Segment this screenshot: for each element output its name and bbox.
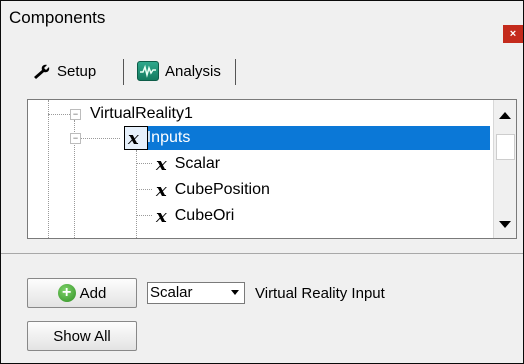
show-all-label: Show All [53,327,111,345]
x-variable-icon: x [156,179,167,201]
tree-guide-line [136,163,152,164]
tree-node-cubeori[interactable]: x CubeOri [156,204,234,228]
collapse-toggle[interactable]: − [70,109,81,120]
input-type-value: Scalar [150,284,193,301]
input-description: Virtual Reality Input [255,285,385,302]
add-button-label: Add [79,284,107,302]
tab-analysis-label: Analysis [165,62,221,80]
tree-node-label: Inputs [146,129,191,146]
show-all-button[interactable]: Show All [27,321,137,351]
scroll-down-button[interactable] [494,214,516,236]
tree-guide-line [48,114,70,115]
tree-node-label: VirtualReality1 [90,105,193,122]
tree-node-scalar[interactable]: x Scalar [156,152,220,176]
tree-node-label: CubeOri [174,207,235,224]
tree-guide-line [136,215,152,216]
tab-setup-label: Setup [57,62,97,80]
analysis-chart-icon [137,61,159,81]
tree-scrollbar[interactable] [493,100,516,238]
tab-analysis[interactable]: Analysis [137,53,247,89]
plus-icon: + [57,284,76,302]
title-bar: Components [1,1,523,37]
tree-node-label: CubePosition [174,181,270,198]
component-tree[interactable]: − VirtualReality1 − x Inputs x Scalar x … [27,99,517,239]
tree-node-virtualreality1[interactable]: VirtualReality1 [90,102,193,126]
input-type-select[interactable]: Scalar [147,282,245,304]
tree-node-label: Scalar [174,155,221,172]
tab-setup[interactable]: Setup [33,53,133,89]
close-icon: × [509,28,517,40]
x-variable-icon: x [128,127,139,149]
tree-content: − VirtualReality1 − x Inputs x Scalar x … [28,100,494,238]
tree-guide-line [48,100,49,238]
scroll-up-button[interactable] [494,104,516,126]
x-variable-icon: x [156,153,167,175]
add-button[interactable]: + Add [27,278,137,308]
tab-divider [123,59,124,85]
tree-node-cubeposition[interactable]: x CubePosition [156,178,270,202]
tree-guide-line [136,189,152,190]
window-title: Components [9,8,106,27]
close-button[interactable]: × [503,25,523,43]
x-variable-icon: x [156,205,167,227]
wrench-icon [34,64,50,79]
section-divider [1,253,523,254]
triangle-down-icon [499,221,511,228]
triangle-up-icon [499,112,511,119]
tab-divider [235,59,236,85]
chevron-down-icon [228,285,242,301]
scroll-thumb[interactable] [496,134,515,160]
collapse-toggle[interactable]: − [70,133,81,144]
components-window: Components × Setup Analysis − VirtualRea… [0,0,524,364]
tree-node-inputs[interactable]: x Inputs [128,126,190,150]
